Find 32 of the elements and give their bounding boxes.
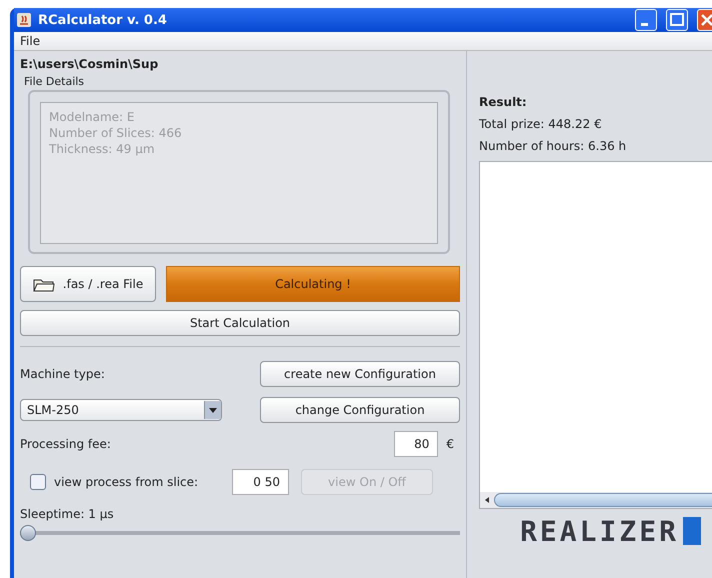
close-icon[interactable] <box>697 9 712 31</box>
change-configuration-button[interactable]: change Configuration <box>260 397 460 423</box>
result-line: Number of hours: 6.36 h <box>479 139 628 153</box>
minimize-icon[interactable] <box>635 9 657 31</box>
detail-line: Thickness: 49 µm <box>49 141 156 157</box>
file-path: E:\users\Cosmin\Sup <box>20 57 160 71</box>
machine-type-dropdown[interactable]: SLM-250 <box>20 399 222 421</box>
slice-field[interactable]: 0 50 <box>232 469 289 495</box>
result-line: Total prize: 448.22 € <box>479 117 603 131</box>
open-file-button[interactable]: .fas / .rea File <box>20 266 156 302</box>
slider-thumb[interactable] <box>20 525 36 541</box>
processing-fee-field[interactable]: 80 <box>394 431 438 457</box>
create-configuration-button[interactable]: create new Configuration <box>260 361 460 387</box>
horizontal-scrollbar[interactable] <box>480 492 712 508</box>
view-process-label: view process from slice: <box>54 475 200 489</box>
logo-badge-icon <box>682 517 701 545</box>
view-process-checkbox[interactable] <box>30 474 46 490</box>
processing-fee-label: Processing fee: <box>20 437 112 451</box>
maximize-icon[interactable] <box>666 9 688 31</box>
menu-item[interactable]: File <box>20 34 40 48</box>
currency-label: € <box>446 437 454 451</box>
group-title: File Details <box>24 75 86 88</box>
detail-line: Modelname: E <box>49 109 136 125</box>
logo-text: REALIZER <box>520 514 679 548</box>
result-title: Result: <box>479 95 528 109</box>
detail-line: Number of Slices: 466 <box>49 125 183 141</box>
sleeptime-label: Sleeptime: 1 µs <box>20 507 115 521</box>
window-title: RCalculator v. 0.4 <box>38 12 167 28</box>
calculating-button[interactable]: Calculating ! <box>166 266 460 302</box>
app-icon <box>16 12 32 28</box>
machine-type-label: Machine type: <box>20 367 105 381</box>
start-calculation-button[interactable]: Start Calculation <box>20 310 460 336</box>
